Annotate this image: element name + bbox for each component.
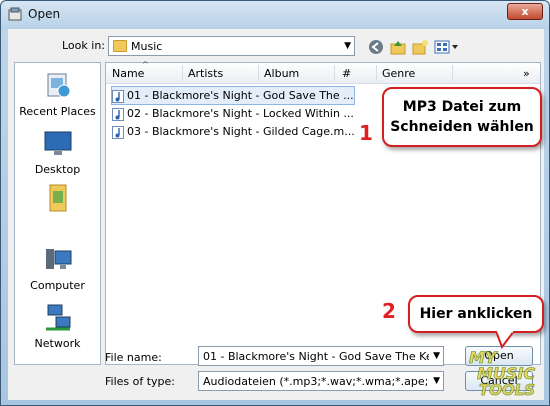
file-name: 01 - Blackmore's Night - God Save The ..… [127, 89, 354, 102]
file-type-dropdown[interactable]: Audiodateien (*.mp3;*.wav;*.wma;*.ape;*.… [198, 371, 444, 391]
file-name: 02 - Blackmore's Night - Locked Within .… [127, 107, 354, 120]
callout-click-here: Hier anklicken [408, 295, 544, 333]
window-title: Open [28, 7, 61, 21]
svg-text:TOOLS: TOOLS [479, 381, 535, 397]
music-note-icon [112, 125, 124, 139]
chevron-down-icon: ▼ [433, 376, 440, 386]
file-name-value: 01 - Blackmore's Night - God Save The Ke… [203, 350, 429, 363]
file-name-input[interactable]: 01 - Blackmore's Night - God Save The Ke… [198, 346, 444, 366]
column-artists[interactable]: Artists [188, 67, 223, 80]
view-menu-icon[interactable] [434, 39, 460, 55]
column-track-number[interactable]: # [342, 67, 351, 80]
column-name[interactable]: Name [112, 67, 144, 80]
place-desktop[interactable]: Desktop [15, 129, 100, 176]
back-icon[interactable] [368, 39, 384, 55]
close-icon: x [521, 5, 529, 18]
file-row[interactable]: 01 - Blackmore's Night - God Save The ..… [111, 86, 355, 105]
folder-icon [113, 40, 127, 52]
file-name-label: File name: [105, 351, 162, 364]
desktop-icon [44, 131, 71, 155]
new-folder-icon[interactable] [412, 39, 428, 55]
file-row[interactable]: 02 - Blackmore's Night - Locked Within .… [112, 105, 354, 122]
close-button[interactable]: x [507, 3, 543, 20]
place-label: Desktop [34, 163, 81, 176]
sort-ascending-icon: ^ [142, 60, 149, 69]
network-icon [45, 304, 70, 331]
file-type-value: Audiodateien (*.mp3;*.wav;*.wma;*.ape;*.… [203, 375, 429, 388]
title-bar[interactable]: Open x [1, 1, 549, 29]
file-row[interactable]: 03 - Blackmore's Night - Gilded Cage.m..… [112, 123, 355, 140]
computer-icon [45, 249, 71, 269]
places-bar: Recent Places Desktop Computer Network [14, 62, 101, 365]
dialog-body: Look in: Music ▼ Recent Places Desktop C… [8, 29, 544, 400]
my-music-tools-logo: MY MUSIC TOOLS [469, 348, 536, 397]
look-in-dropdown[interactable]: Music ▼ [108, 36, 355, 56]
user-folder-icon [49, 184, 66, 212]
look-in-value: Music [131, 40, 163, 53]
recent-places-icon [47, 73, 70, 98]
more-columns-chevron[interactable]: » [523, 67, 530, 80]
callout-select-file: MP3 Datei zum Schneiden wählen [382, 87, 542, 147]
chevron-down-icon: ▼ [344, 41, 351, 51]
open-dialog: Open x Look in: Music ▼ Recent Places De… [0, 0, 550, 406]
look-in-label: Look in: [62, 39, 105, 52]
column-header: Name ^ Artists Album # Genre » [106, 60, 540, 84]
place-label: Computer [30, 279, 85, 292]
column-album[interactable]: Album [264, 67, 299, 80]
place-label: Network [34, 337, 81, 350]
app-icon [8, 7, 22, 21]
file-name: 03 - Blackmore's Night - Gilded Cage.m..… [127, 125, 355, 138]
step-number-1: 1 [359, 121, 373, 145]
music-note-icon [112, 89, 124, 103]
place-network[interactable]: Network [15, 303, 100, 350]
file-type-label: Files of type: [105, 375, 176, 388]
place-recent-places[interactable]: Recent Places [15, 71, 100, 118]
place-computer[interactable]: Computer [15, 245, 100, 292]
column-genre[interactable]: Genre [382, 67, 415, 80]
step-number-2: 2 [382, 299, 396, 323]
place-user-folder[interactable] [15, 183, 100, 217]
chevron-down-icon: ▼ [433, 351, 440, 361]
place-label: Recent Places [19, 105, 96, 118]
music-note-icon [112, 107, 124, 121]
up-folder-icon[interactable] [390, 39, 406, 55]
